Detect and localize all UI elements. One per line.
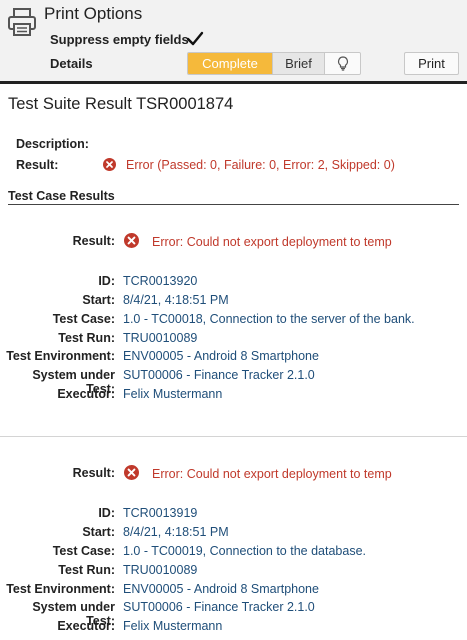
error-icon: [103, 158, 116, 171]
suite-result-value: Error (Passed: 0, Failure: 0, Error: 2, …: [126, 158, 395, 172]
case-divider: [0, 436, 467, 437]
test-run-label: Test Run:: [58, 331, 115, 345]
details-label: Details: [50, 56, 93, 71]
section-divider: [8, 204, 459, 205]
test-run-link[interactable]: TRU0010089: [123, 563, 197, 577]
lightbulb-icon: [337, 56, 348, 71]
environment-label: Test Environment:: [6, 349, 115, 363]
details-complete-button[interactable]: Complete: [188, 53, 272, 74]
test-run-label: Test Run:: [58, 563, 115, 577]
details-toggle: Complete Brief: [187, 52, 361, 75]
start-label: Start:: [82, 525, 115, 539]
test-case-link[interactable]: 1.0 - TC00018, Connection to the server …: [123, 312, 415, 326]
result-label: Result:: [72, 234, 115, 248]
start-value: 8/4/21, 4:18:51 PM: [123, 525, 229, 539]
executor-label: Executor:: [57, 387, 115, 401]
printer-icon: [8, 8, 36, 36]
start-value: 8/4/21, 4:18:51 PM: [123, 293, 229, 307]
environment-link[interactable]: ENV00005 - Android 8 Smartphone: [123, 582, 319, 596]
test-case-label: Test Case:: [52, 544, 115, 558]
error-icon: [124, 465, 139, 480]
print-button[interactable]: Print: [404, 52, 459, 75]
result-value: Error: Could not export deployment to te…: [152, 235, 392, 249]
print-options-panel: Print Options Suppress empty fields Deta…: [0, 0, 467, 84]
error-icon: [124, 233, 139, 248]
suppress-empty-fields-label: Suppress empty fields: [50, 32, 189, 47]
id-link[interactable]: TCR0013920: [123, 274, 197, 288]
test-case-link[interactable]: 1.0 - TC00019, Connection to the databas…: [123, 544, 366, 558]
page-title: Test Suite Result TSR0001874: [8, 95, 234, 113]
test-run-link[interactable]: TRU0010089: [123, 331, 197, 345]
test-case-label: Test Case:: [52, 312, 115, 326]
details-brief-button[interactable]: Brief: [272, 53, 324, 74]
start-label: Start:: [82, 293, 115, 307]
executor-label: Executor:: [57, 619, 115, 633]
executor-value: Felix Mustermann: [123, 619, 223, 633]
print-options-title: Print Options: [44, 4, 143, 23]
details-hint-button[interactable]: [324, 53, 360, 74]
environment-link[interactable]: ENV00005 - Android 8 Smartphone: [123, 349, 319, 363]
result-label: Result:: [72, 466, 115, 480]
system-link[interactable]: SUT00006 - Finance Tracker 2.1.0: [123, 368, 315, 382]
id-label: ID:: [98, 274, 115, 288]
executor-value: Felix Mustermann: [123, 387, 223, 401]
result-value: Error: Could not export deployment to te…: [152, 467, 392, 481]
environment-label: Test Environment:: [6, 582, 115, 596]
description-label: Description:: [16, 137, 89, 151]
suppress-empty-fields-checkbox[interactable]: [186, 31, 204, 47]
section-title: Test Case Results: [8, 189, 115, 203]
id-link[interactable]: TCR0013919: [123, 506, 197, 520]
system-link[interactable]: SUT00006 - Finance Tracker 2.1.0: [123, 600, 315, 614]
suite-result-label: Result:: [16, 158, 59, 172]
id-label: ID:: [98, 506, 115, 520]
